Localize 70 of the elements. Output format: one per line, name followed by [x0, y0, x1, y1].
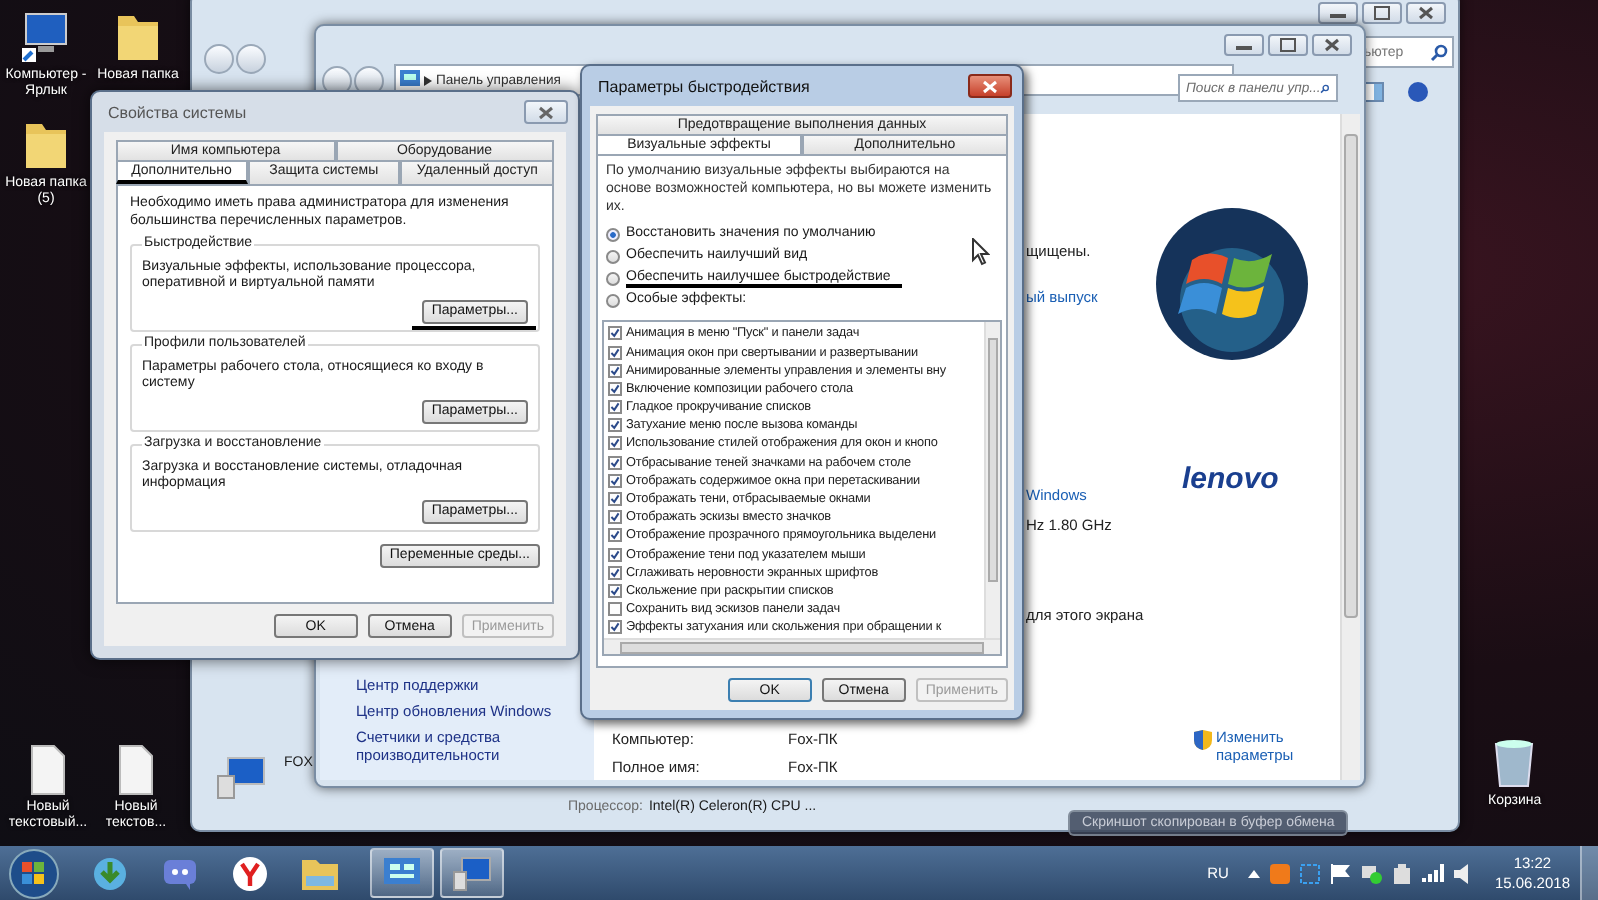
- close-icon: [538, 105, 554, 119]
- checkbox[interactable]: [608, 326, 622, 341]
- close-button[interactable]: [1406, 2, 1446, 24]
- scrollbar[interactable]: [1340, 114, 1360, 780]
- window-title: Свойства системы: [108, 103, 247, 121]
- checkbox[interactable]: [608, 583, 622, 598]
- computer-icon: [452, 855, 492, 891]
- computer-icon: [216, 756, 268, 800]
- minimize-button[interactable]: [1224, 34, 1264, 56]
- close-icon: [1324, 38, 1340, 52]
- checkbox[interactable]: [608, 510, 622, 525]
- radio-button[interactable]: [606, 250, 620, 265]
- close-button[interactable]: [1312, 34, 1352, 56]
- start-button[interactable]: [8, 847, 60, 899]
- download-icon: [92, 855, 128, 891]
- maximize-icon: [1374, 6, 1390, 20]
- checkbox[interactable]: [608, 620, 622, 635]
- signal-icon[interactable]: [1422, 864, 1445, 882]
- browser-icon: [232, 855, 268, 891]
- flag-icon[interactable]: [1330, 863, 1351, 883]
- search-icon: [1430, 43, 1448, 61]
- shield-icon: [1194, 730, 1212, 750]
- document-icon[interactable]: [28, 744, 68, 796]
- chevron-icon: [424, 75, 432, 85]
- horizontal-scrollbar[interactable]: [604, 638, 1000, 655]
- scrollbar[interactable]: [984, 322, 1000, 639]
- speaker-icon[interactable]: [1454, 863, 1473, 883]
- network-icon[interactable]: [1360, 863, 1383, 883]
- checkbox[interactable]: [608, 565, 622, 580]
- show-desktop-button[interactable]: [1580, 846, 1598, 900]
- windows-logo-icon: [1152, 204, 1312, 364]
- close-icon: [982, 79, 998, 93]
- checkbox[interactable]: [608, 381, 622, 396]
- checkbox[interactable]: [608, 528, 622, 543]
- checkbox[interactable]: [608, 363, 622, 378]
- chat-icon: [162, 857, 198, 889]
- taskbar-button[interactable]: [440, 848, 504, 898]
- checkbox[interactable]: [608, 345, 622, 360]
- checkbox[interactable]: [608, 400, 622, 415]
- close-icon: [1418, 6, 1434, 20]
- radio-button[interactable]: [606, 272, 620, 287]
- maximize-button[interactable]: [1268, 34, 1308, 56]
- checkbox[interactable]: [608, 418, 622, 433]
- control-panel-icon: [400, 70, 420, 90]
- minimize-icon: [1236, 40, 1252, 50]
- minimize-icon: [1330, 8, 1346, 18]
- trash-icon[interactable]: [1492, 736, 1537, 788]
- close-button[interactable]: [524, 100, 568, 124]
- taskbar-button[interactable]: [370, 848, 434, 898]
- minimize-button[interactable]: [1318, 2, 1358, 24]
- document-icon[interactable]: [116, 744, 156, 796]
- folder-icon: [300, 855, 340, 891]
- cursor-icon: [972, 238, 990, 266]
- window-title: Параметры быстродействия: [598, 77, 810, 95]
- search-icon: [1320, 79, 1330, 97]
- radio-button[interactable]: [606, 294, 620, 309]
- app-tray-icon[interactable]: [1270, 863, 1291, 883]
- radio-button[interactable]: [606, 228, 620, 243]
- close-button[interactable]: [968, 74, 1012, 98]
- caret-up-icon[interactable]: [1248, 869, 1261, 877]
- maximize-icon: [1280, 38, 1296, 52]
- checkbox[interactable]: [608, 547, 622, 562]
- maximize-button[interactable]: [1362, 2, 1402, 24]
- checkbox[interactable]: [608, 473, 622, 488]
- checkbox[interactable]: [608, 436, 622, 451]
- checkbox[interactable]: [608, 455, 622, 470]
- brand-logo: lenovo: [1182, 462, 1279, 496]
- underline-mark: [412, 325, 536, 329]
- checkbox[interactable]: [608, 492, 622, 507]
- checkbox[interactable]: [608, 602, 622, 617]
